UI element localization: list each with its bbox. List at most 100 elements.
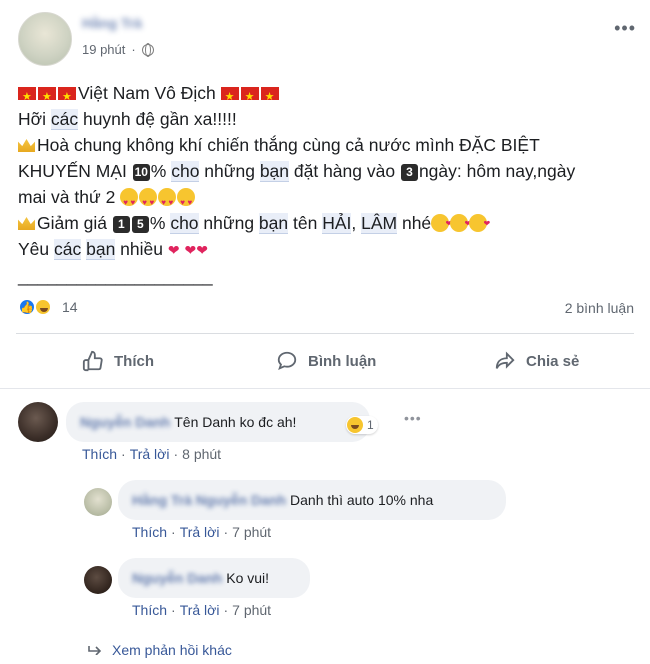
heart-eyes-emoji-icon — [120, 188, 139, 216]
divider — [0, 388, 650, 389]
text: tên — [288, 213, 323, 233]
share-button[interactable]: Chia sẻ — [494, 350, 579, 372]
heart-eyes-emoji-icon — [177, 188, 196, 216]
reply-time[interactable]: 7 phút — [232, 602, 271, 618]
sep-dot: · — [171, 524, 176, 540]
sep-dot: · — [121, 446, 126, 462]
post-line-8: ____________________ — [18, 263, 634, 289]
post-body: Việt Nam Vô Địch Hỡi các huynh đệ gần xa… — [18, 80, 634, 289]
more-dots-icon[interactable]: ••• — [614, 18, 636, 39]
commenter-avatar[interactable] — [18, 402, 58, 442]
post-line-text: Việt Nam Vô Địch — [78, 83, 216, 103]
post-meta: 19 phút · — [82, 42, 154, 57]
crown-icon — [18, 217, 35, 230]
sep-dot: · — [223, 524, 229, 540]
hashtag-link[interactable]: bạn — [86, 239, 116, 260]
kiss-emoji-icon — [469, 211, 490, 237]
vn-flag-icon — [220, 84, 239, 110]
commenter-name[interactable]: Nguyễn Danh — [80, 414, 170, 430]
author-name[interactable]: Hằng Trà — [82, 15, 142, 31]
heart-eyes-emoji-icon — [139, 188, 158, 216]
reply-reply-link[interactable]: Trả lời — [180, 602, 220, 618]
replier-avatar[interactable] — [84, 566, 112, 594]
reaction-count: 14 — [62, 299, 78, 315]
reply-like-link[interactable]: Thích — [132, 524, 167, 540]
text: nhé — [397, 213, 432, 233]
kiss-emoji-icon — [431, 211, 452, 237]
text: đặt hàng vào — [289, 161, 400, 181]
reply-actions: Thích · Trả lời · 7 phút — [132, 524, 271, 540]
post-card: Hằng Trà 19 phút · ••• Việt Nam Vô Địch … — [0, 0, 650, 664]
text: những — [198, 213, 259, 233]
comment-reply-link[interactable]: Trả lời — [130, 446, 170, 462]
haha-reaction-icon — [34, 298, 52, 316]
post-time[interactable]: 19 phút — [82, 42, 125, 57]
reply-bubble: Hằng Trà Nguyễn Danh Danh thì auto 10% n… — [118, 480, 506, 520]
reply-like-link[interactable]: Thích — [132, 602, 167, 618]
comment-button[interactable]: Bình luận — [276, 350, 376, 372]
heart-icon: ❤ — [167, 242, 180, 258]
comment-reaction-count: 1 — [367, 418, 374, 432]
comment-count-link[interactable]: 2 bình luận — [565, 300, 634, 316]
post-line-6: Giảm giá 1 5% cho những bạn tên HẢI, LÂM … — [18, 210, 634, 237]
sep-dot: · — [131, 42, 136, 57]
hashtag-link[interactable]: LÂM — [361, 213, 398, 234]
hashtag-link[interactable]: bạn — [258, 213, 289, 234]
view-more-replies-label: Xem phản hồi khác — [112, 642, 232, 658]
hashtag-link[interactable]: các — [50, 109, 79, 130]
reply-reply-link[interactable]: Trả lời — [180, 524, 220, 540]
sep-dot: · — [171, 602, 176, 618]
reply-text: Ko vui! — [226, 570, 270, 586]
post-line-3: Hoà chung không khí chiến thắng cùng cả … — [18, 132, 634, 158]
heart-eyes-emoji-icon — [158, 188, 177, 216]
text: KHUYẾN MẠI — [18, 161, 132, 181]
reply-bubble: Nguyễn Danh Ko vui! — [118, 558, 310, 598]
replier-name[interactable]: Nguyễn Danh — [132, 570, 222, 586]
hashtag-link[interactable]: các — [54, 239, 82, 260]
text: ngày: hôm nay,ngày — [418, 161, 576, 181]
post-line-1: Việt Nam Vô Địch — [18, 80, 634, 110]
crown-icon — [18, 139, 35, 152]
keycap-1-icon: 1 — [112, 216, 130, 233]
text: mai và thứ 2 — [18, 187, 116, 207]
like-button[interactable]: Thích — [82, 350, 154, 372]
hashtag-link[interactable]: cho — [170, 213, 199, 234]
text: % — [150, 161, 172, 181]
hashtag-link[interactable]: HẢI — [322, 213, 352, 234]
hashtag-link[interactable]: cho — [171, 161, 200, 182]
thumbs-up-icon — [82, 350, 103, 372]
keycap-3-icon: 3 — [400, 164, 418, 181]
keycap-5-icon: 5 — [131, 216, 149, 233]
kiss-emoji-icon — [450, 211, 471, 237]
comment-text: Tên Danh ko đc ah! — [174, 414, 297, 430]
comment-bubble: Nguyễn Danh Tên Danh ko đc ah! — [66, 402, 370, 442]
like-label: Thích — [114, 352, 154, 370]
post-line-2: Hỡi các huynh đệ gần xa!!!!! — [18, 106, 634, 132]
comment-time[interactable]: 8 phút — [182, 446, 221, 462]
divider — [16, 333, 634, 334]
haha-reaction-icon — [347, 417, 363, 433]
share-arrow-icon — [495, 351, 515, 369]
post-line-4: KHUYẾN MẠI 10% cho những bạn đặt hàng và… — [18, 158, 634, 184]
author-avatar[interactable] — [18, 12, 72, 66]
reactions-summary[interactable]: 👍 14 — [18, 298, 78, 316]
comment-like-link[interactable]: Thích — [82, 446, 117, 462]
reply-arrow-icon — [88, 646, 102, 655]
reply-time[interactable]: 7 phút — [232, 524, 271, 540]
hashtag-link[interactable]: bạn — [259, 161, 290, 182]
text: huynh đệ gần xa!!!!! — [78, 109, 237, 129]
comment-reaction-badge[interactable]: 1 — [346, 416, 378, 434]
replier-name[interactable]: Hằng Trà Nguyễn Danh — [132, 492, 286, 508]
text: Yêu — [18, 239, 54, 259]
sep-dot: · — [223, 602, 229, 618]
view-more-replies-link[interactable]: Xem phản hồi khác — [88, 642, 232, 658]
comment-options-icon[interactable]: ••• — [404, 410, 422, 426]
text: nhiều — [115, 239, 163, 259]
text: những — [199, 161, 260, 181]
reply-actions: Thích · Trả lời · 7 phút — [132, 602, 271, 618]
text: Hỡi — [18, 109, 51, 129]
sep-dot: · — [173, 446, 179, 462]
replier-avatar[interactable] — [84, 488, 112, 516]
reply-text: Danh thì auto 10% nha — [290, 492, 434, 508]
comment-label: Bình luận — [308, 352, 377, 370]
